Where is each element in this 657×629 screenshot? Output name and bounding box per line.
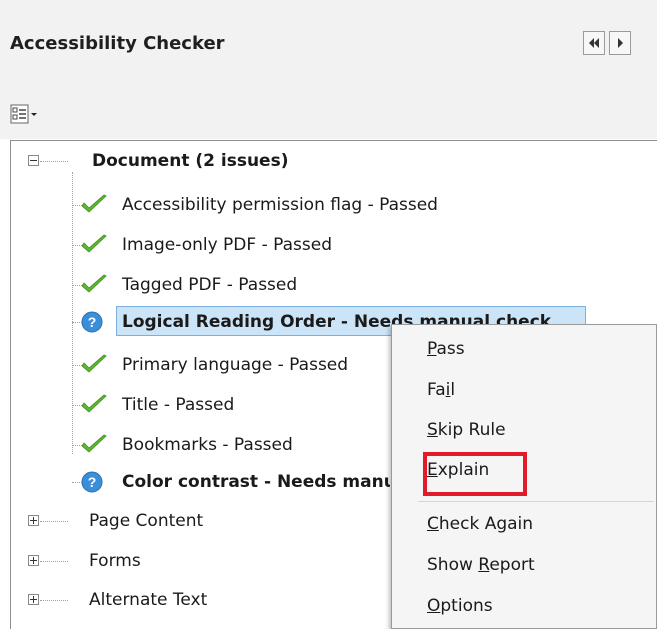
check-icon xyxy=(81,274,107,293)
check-icon xyxy=(81,354,107,373)
menu-item-text: Fa xyxy=(427,380,446,400)
panel-title: Accessibility Checker xyxy=(10,33,225,54)
tree-node-label: Forms xyxy=(89,551,141,571)
menu-item-options[interactable]: Options xyxy=(427,596,493,616)
tree-connector xyxy=(40,521,68,522)
collapse-left-button[interactable] xyxy=(583,31,605,55)
tree-item-label: Title - Passed xyxy=(122,395,235,415)
annotation-highlight-box xyxy=(423,452,527,496)
menu-item-check-again[interactable]: Check Again xyxy=(427,514,533,534)
tree-item-label: Bookmarks - Passed xyxy=(122,435,293,455)
help-icon: ? xyxy=(81,471,103,493)
chevron-right-icon xyxy=(618,38,623,48)
tree-item-label: Primary language - Passed xyxy=(122,355,349,375)
menu-item-accelerator: R xyxy=(478,555,490,575)
tree-connector xyxy=(40,600,68,601)
tree-connector xyxy=(40,161,68,162)
menu-item-text: kip Rule xyxy=(437,420,506,440)
svg-text:?: ? xyxy=(88,474,97,490)
check-icon xyxy=(81,234,107,253)
menu-item-text: ptions xyxy=(440,596,493,616)
tree-item-label: Color contrast - Needs manual check xyxy=(122,472,390,492)
menu-item-accelerator: O xyxy=(427,596,441,616)
menu-item-text: heck Again xyxy=(438,514,534,534)
tree-item-label: Accessibility permission flag - Passed xyxy=(122,195,438,215)
expand-toggle-alternate-text[interactable] xyxy=(28,594,39,605)
tree-item-label: Image-only PDF - Passed xyxy=(122,235,332,255)
menu-item-text: ass xyxy=(436,339,465,359)
tree-node-label: Document (2 issues) xyxy=(92,151,289,171)
expand-right-button[interactable] xyxy=(609,31,631,55)
expand-toggle-forms[interactable] xyxy=(28,555,39,566)
collapse-toggle-document[interactable] xyxy=(28,155,39,166)
tree-item-color-contrast[interactable]: Color contrast - Needs manual check xyxy=(122,466,390,498)
menu-item-skip-rule[interactable]: Skip Rule xyxy=(427,420,506,440)
check-icon xyxy=(81,394,107,413)
menu-item-text: Show xyxy=(427,555,479,575)
menu-item-fail[interactable]: Fail xyxy=(427,380,455,400)
menu-item-text: eport xyxy=(489,555,535,575)
tree-connector xyxy=(72,172,73,454)
tree-node-label: Alternate Text xyxy=(89,590,208,610)
menu-item-accelerator: P xyxy=(427,339,437,359)
list-options-icon xyxy=(10,104,37,124)
options-menu-button[interactable] xyxy=(10,103,40,127)
menu-item-accelerator: C xyxy=(427,514,439,534)
expand-toggle-page-content[interactable] xyxy=(28,515,39,526)
help-icon: ? xyxy=(81,311,103,333)
tree-connector xyxy=(40,561,68,562)
menu-item-text: l xyxy=(450,380,456,400)
menu-item-show-report[interactable]: Show Report xyxy=(427,555,535,575)
tree-item-label: Tagged PDF - Passed xyxy=(122,275,298,295)
check-icon xyxy=(81,434,107,453)
options-toolbar xyxy=(0,87,657,139)
tree-node-label: Page Content xyxy=(89,511,204,531)
menu-separator xyxy=(418,501,654,502)
panel-header: Accessibility Checker xyxy=(0,0,657,87)
svg-text:?: ? xyxy=(88,314,97,330)
menu-item-accelerator: S xyxy=(427,420,438,440)
double-chevron-left-icon xyxy=(589,38,599,48)
menu-item-pass[interactable]: Pass xyxy=(427,339,465,359)
check-icon xyxy=(81,194,107,213)
